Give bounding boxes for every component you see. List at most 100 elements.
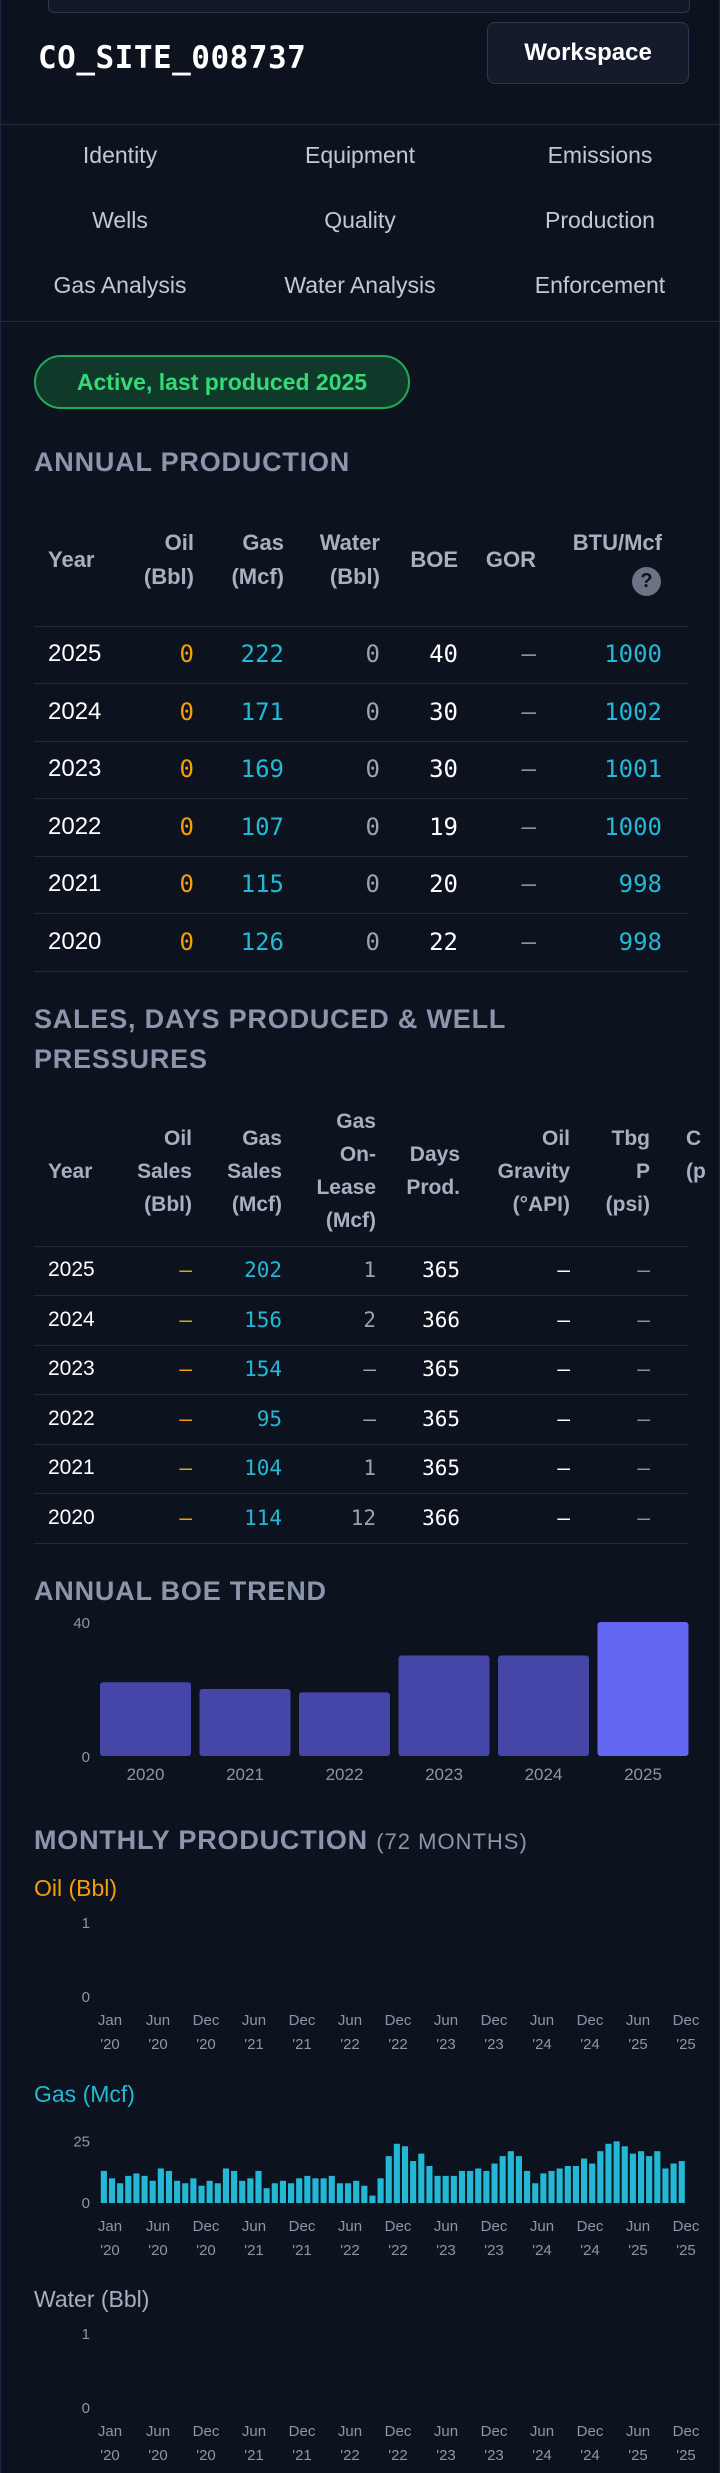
cell-gor: —: [521, 870, 536, 898]
month-bar: [377, 2178, 384, 2203]
nav-quality[interactable]: Quality: [240, 207, 480, 234]
month-bar: [532, 2183, 539, 2203]
nav-water-analysis[interactable]: Water Analysis: [240, 272, 480, 299]
month-bar: [222, 2168, 230, 2203]
cell-gas: 126: [240, 928, 284, 956]
cell-days: 366: [422, 1505, 460, 1530]
cell-year: 2024: [48, 698, 102, 725]
x-tick-label: '21: [292, 2447, 312, 2464]
month-bar: [540, 2173, 547, 2203]
x-tick-label: '24: [532, 2036, 552, 2053]
col-year: Year: [48, 1160, 93, 1183]
workspace-button[interactable]: Workspace: [487, 22, 689, 84]
x-tick-label: '22: [388, 2447, 408, 2464]
x-tick-label: '24: [532, 2447, 552, 2464]
month-bar: [182, 2183, 189, 2203]
month-bar: [353, 2180, 360, 2203]
month-bar: [361, 2185, 368, 2203]
boe-trend-title: ANNUAL BOE TREND: [34, 1576, 327, 1606]
nav-gas-analysis[interactable]: Gas Analysis: [0, 272, 240, 299]
month-bar: [580, 2158, 588, 2203]
month-bar: [442, 2175, 449, 2203]
month-bar: [214, 2183, 221, 2203]
cell-gravity: —: [557, 1505, 570, 1530]
y-tick-label: 40: [73, 1615, 90, 1632]
month-bar: [475, 2168, 482, 2203]
annual-production-title: ANNUAL PRODUCTION: [34, 447, 351, 477]
cell-boe: 40: [429, 640, 458, 668]
month-bar: [467, 2170, 474, 2203]
month-bar: [589, 2163, 596, 2203]
x-tick-label: '20: [148, 2242, 168, 2259]
cell-tbg: —: [637, 1357, 650, 1381]
x-tick-label: Jun: [626, 2423, 650, 2440]
table-row: 2021 — 104 1 365 — —: [34, 1444, 689, 1494]
x-tick-label: Jan: [98, 2012, 122, 2029]
oil-series-label: Oil (Bbl): [34, 1875, 118, 1901]
month-bar: [108, 2178, 116, 2203]
x-tick-label: '21: [292, 2036, 312, 2053]
month-bar: [491, 2163, 498, 2203]
boe-bar-2021: [199, 1689, 291, 1756]
x-tick-label: Dec: [481, 2218, 508, 2235]
col-oil-sales: Oil Sales (Bbl): [137, 1127, 192, 1216]
month-bar: [515, 2156, 523, 2203]
nav-emissions[interactable]: Emissions: [480, 142, 720, 169]
y-tick-label: 1: [82, 2326, 90, 2343]
col-water: Water (Bbl): [319, 530, 380, 589]
col-oil: Oil (Bbl): [143, 530, 194, 589]
cell-btu: 1001: [604, 755, 662, 783]
x-tick-label: Jun: [434, 2012, 458, 2029]
help-icon[interactable]: ?: [632, 567, 661, 596]
cell-oil-sales: —: [179, 1505, 192, 1530]
x-tick-label: Dec: [673, 2218, 700, 2235]
month-bar: [312, 2178, 319, 2203]
x-tick-label: Dec: [289, 2012, 316, 2029]
nav-identity[interactable]: Identity: [0, 142, 240, 169]
month-bar: [385, 2156, 392, 2203]
cell-oil: 0: [179, 755, 194, 783]
table-row: 2021 0 115 0 20 — 998: [34, 856, 689, 914]
table-row: 2024 — 156 2 366 — —: [34, 1296, 689, 1346]
month-bar: [287, 2183, 295, 2203]
cell-oil-sales: —: [179, 1357, 192, 1381]
cell-year: 2025: [48, 640, 102, 667]
nav-wells[interactable]: Wells: [0, 207, 240, 234]
cell-gas-sales: 156: [244, 1307, 282, 1332]
cell-gas-sales: 104: [244, 1456, 282, 1480]
month-bar: [198, 2185, 205, 2203]
cell-gravity: —: [557, 1456, 570, 1480]
cell-gravity: —: [557, 1357, 570, 1381]
month-bar: [190, 2178, 197, 2203]
month-bar: [133, 2173, 140, 2203]
x-tick-label: '21: [292, 2242, 312, 2259]
cell-gor: —: [521, 813, 536, 841]
month-bar: [564, 2166, 571, 2203]
x-tick-label: 2022: [326, 1765, 364, 1784]
cell-oil: 0: [179, 640, 194, 668]
x-tick-label: '20: [196, 2242, 216, 2259]
x-tick-label: '23: [484, 2242, 504, 2259]
nav-enforcement[interactable]: Enforcement: [480, 272, 720, 299]
month-bar: [572, 2166, 579, 2203]
nav-equipment[interactable]: Equipment: [240, 142, 480, 169]
cell-gravity: —: [557, 1307, 570, 1332]
table-row: 2020 — 114 12 366 — —: [34, 1494, 689, 1544]
month-bar: [279, 2180, 286, 2203]
cell-gor: —: [521, 928, 536, 956]
cell-btu: 1000: [604, 813, 662, 841]
cell-year: 2023: [48, 1357, 95, 1380]
month-bar: [117, 2183, 124, 2203]
x-tick-label: '20: [100, 2036, 120, 2053]
col-gor: GOR: [485, 547, 536, 572]
cell-days: 365: [422, 1258, 460, 1282]
month-bar: [369, 2195, 376, 2203]
cell-water: 0: [365, 928, 380, 956]
x-tick-label: Dec: [673, 2423, 700, 2440]
x-tick-label: '25: [676, 2036, 696, 2053]
x-tick-label: Dec: [385, 2012, 412, 2029]
month-bar: [410, 2161, 417, 2203]
nav-production[interactable]: Production: [480, 207, 720, 234]
x-tick-label: Jun: [530, 2012, 554, 2029]
y-tick-label: 0: [82, 2400, 90, 2417]
